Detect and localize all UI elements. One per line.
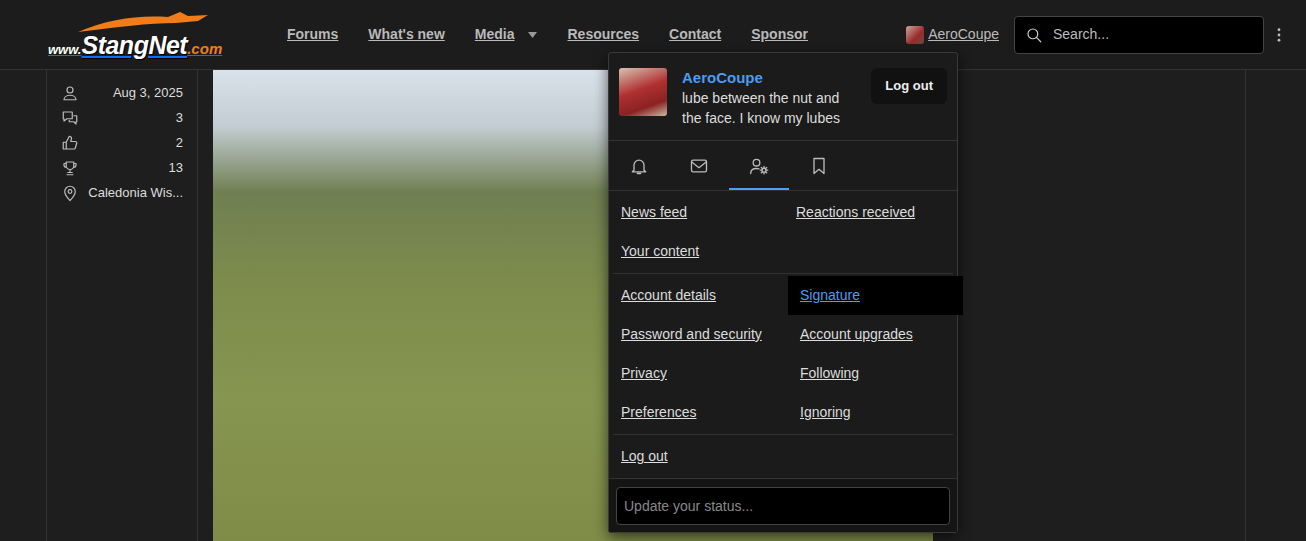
nav-label: What's new <box>368 24 444 45</box>
menu-section: Log out <box>613 434 953 478</box>
menu-section: News feedReactions receivedYour content <box>609 191 957 273</box>
menu-user-name[interactable]: AeroCoupe <box>682 68 856 88</box>
menu-section: Account detailsSignaturePassword and sec… <box>613 273 953 434</box>
person-icon <box>61 84 79 102</box>
stat-value: 2 <box>176 133 183 153</box>
search-input[interactable] <box>1051 23 1253 46</box>
nav-label: Forums <box>287 24 338 45</box>
account-menu: AeroCoupelube between the nut and the fa… <box>608 52 958 533</box>
profile-stat: 2 <box>61 130 183 155</box>
stat-value: 13 <box>169 158 183 178</box>
bookmark-icon <box>809 156 829 176</box>
search-box[interactable] <box>1014 16 1264 54</box>
thumbs-up-icon <box>61 134 79 152</box>
menu-link[interactable]: Reactions received <box>784 193 959 232</box>
envelope-icon <box>689 156 709 176</box>
menu-link[interactable]: Signature <box>788 276 963 315</box>
menu-tabs <box>609 140 957 191</box>
menu-user-text: AeroCoupelube between the nut and the fa… <box>682 68 856 128</box>
main-nav: Forums What's new Media Resources Contact Spo… <box>287 24 808 45</box>
user-info-panel: Aug 3, 2025 3 2 13 Caledonia Wis... <box>47 70 198 541</box>
user-gear-icon <box>749 156 769 176</box>
bell-icon <box>629 156 649 176</box>
profile-stat: Caledonia Wis... <box>61 180 183 205</box>
menu-link[interactable]: Your content <box>609 232 784 271</box>
stat-value: Caledonia Wis... <box>88 183 183 203</box>
nav-item[interactable]: What's new <box>368 24 444 45</box>
status-update-area <box>609 478 957 532</box>
profile-stat: 13 <box>61 155 183 180</box>
menu-link[interactable]: Account details <box>613 276 788 315</box>
nav-item[interactable]: Media <box>475 24 538 45</box>
menu-link[interactable]: Privacy <box>613 354 788 393</box>
site-logo[interactable]: www.StangNet.com <box>48 11 254 58</box>
more-button[interactable] <box>1264 28 1294 42</box>
user-name: AeroCoupe <box>928 24 999 45</box>
stat-value: Aug 3, 2025 <box>113 83 183 103</box>
nav-label: Sponsor <box>751 24 808 45</box>
menu-user-status: lube between the nut and the face. I kno… <box>682 88 856 128</box>
menu-link[interactable]: Ignoring <box>788 393 963 432</box>
menu-header: AeroCoupelube between the nut and the fa… <box>609 53 957 140</box>
nav-item[interactable]: Resources <box>567 24 639 45</box>
logout-button[interactable]: Log out <box>871 68 947 104</box>
menu-link[interactable]: Preferences <box>613 393 788 432</box>
menu-link[interactable]: Following <box>788 354 963 393</box>
speech-bubbles-icon <box>61 109 79 127</box>
logo-name: StangNet <box>81 33 187 58</box>
vertical-dots-icon <box>1277 28 1281 42</box>
logo-suffix: .com <box>187 41 222 56</box>
logo-prefix: www. <box>48 43 81 56</box>
menu-avatar[interactable] <box>619 68 667 116</box>
menu-link[interactable]: Password and security <box>613 315 788 354</box>
menu-tab[interactable] <box>729 143 789 190</box>
profile-stat: 3 <box>61 105 183 130</box>
account-link[interactable]: AeroCoupe <box>906 24 999 45</box>
map-pin-icon <box>61 184 79 202</box>
nav-label: Media <box>475 24 515 45</box>
nav-label: Resources <box>567 24 639 45</box>
menu-link[interactable]: News feed <box>609 193 784 232</box>
header-tools: AeroCoupe <box>906 16 1306 54</box>
horse-swoosh-icon <box>48 11 218 33</box>
user-avatar <box>906 26 924 44</box>
magnifier-icon <box>1025 26 1043 44</box>
profile-stat: Aug 3, 2025 <box>61 80 183 105</box>
menu-tab[interactable] <box>789 143 849 190</box>
caret-down-icon[interactable] <box>528 32 537 38</box>
nav-item[interactable]: Sponsor <box>751 24 808 45</box>
status-input[interactable] <box>616 487 950 525</box>
stat-value: 3 <box>176 108 183 128</box>
logo-text: www.StangNet.com <box>48 33 254 58</box>
trophy-icon <box>61 159 79 177</box>
nav-item[interactable]: Forums <box>287 24 338 45</box>
nav-label: Contact <box>669 24 721 45</box>
menu-link[interactable]: Log out <box>613 437 788 476</box>
nav-item[interactable]: Contact <box>669 24 721 45</box>
menu-link[interactable]: Account upgrades <box>788 315 963 354</box>
menu-tab[interactable] <box>669 143 729 190</box>
menu-tab[interactable] <box>609 143 669 190</box>
